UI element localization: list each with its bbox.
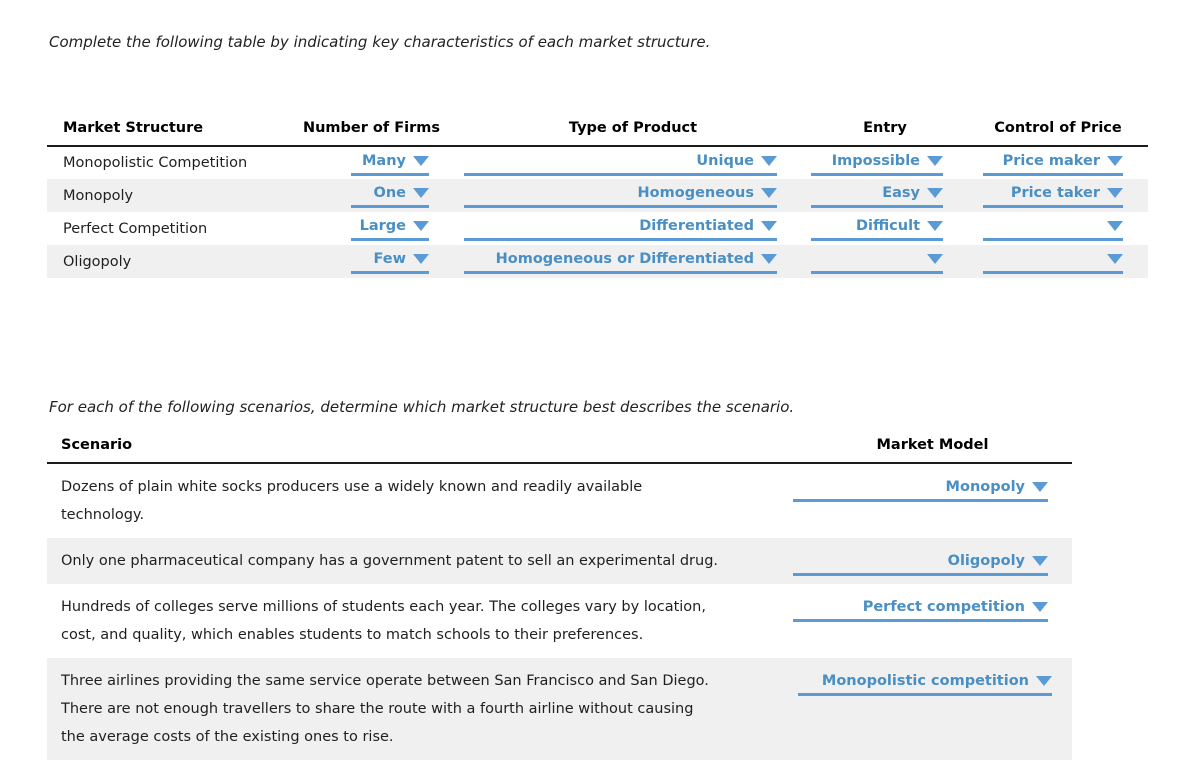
instruction-text-table-1: Complete the following table by indicati… [49, 33, 711, 51]
table-row: Only one pharmaceutical company has a go… [47, 538, 1072, 584]
dropdown-value: Large [359, 218, 406, 235]
table-row: Dozens of plain white socks producers us… [47, 463, 1072, 538]
chevron-down-icon [1032, 602, 1048, 612]
table-header-row: Market Structure Number of Firms Type of… [47, 120, 1148, 147]
dropdown-value: Differentiated [639, 218, 754, 235]
table-row: Oligopoly Few Homogeneous or Differentia… [47, 245, 1148, 278]
market-structure-table-head: Market Structure Number of Firms Type of… [47, 120, 1148, 147]
dropdown-value: Homogeneous [637, 185, 754, 202]
scenario-text: Dozens of plain white socks producers us… [47, 463, 793, 538]
column-header-control-of-price: Control of Price [968, 120, 1148, 147]
chevron-down-icon [413, 254, 429, 264]
chevron-down-icon [927, 254, 943, 264]
chevron-down-icon [761, 155, 777, 166]
scenario-line: Hundreds of colleges serve millions of s… [61, 599, 706, 615]
dropdown-entry[interactable]: Easy [811, 183, 943, 208]
chevron-down-icon [413, 155, 429, 166]
row-label-market-structure: Oligopoly [63, 253, 132, 270]
market-structure-table: Market Structure Number of Firms Type of… [47, 120, 1148, 278]
column-header-market-structure: Market Structure [47, 120, 279, 147]
dropdown-value: Easy [882, 185, 920, 202]
chevron-down-icon [1032, 482, 1048, 492]
dropdown-value: Difficult [856, 218, 920, 235]
instruction-text-table-2: For each of the following scenarios, det… [49, 398, 795, 416]
chevron-down-icon [761, 254, 777, 264]
dropdown-number-of-firms[interactable]: Large [351, 216, 429, 241]
dropdown-type-of-product[interactable]: Unique [464, 151, 777, 176]
chevron-down-icon [927, 221, 943, 231]
dropdown-value: One [373, 185, 406, 202]
dropdown-value: Oligopoly [947, 553, 1025, 570]
dropdown-value: Few [373, 251, 406, 268]
chevron-down-icon [1107, 188, 1123, 198]
dropdown-entry[interactable] [811, 249, 943, 274]
scenarios-table-body: Dozens of plain white socks producers us… [47, 463, 1072, 760]
dropdown-market-model[interactable]: Perfect competition [793, 597, 1048, 622]
scenarios-table-head: Scenario Market Model [47, 437, 1072, 464]
scenario-line: the average costs of the existing ones t… [61, 729, 394, 745]
dropdown-control-of-price[interactable]: Price taker [983, 183, 1123, 208]
scenario-line: Dozens of plain white socks producers us… [61, 479, 643, 495]
chevron-down-icon [413, 221, 429, 231]
dropdown-number-of-firms[interactable]: One [351, 183, 429, 208]
scenario-text: Three airlines providing the same servic… [47, 658, 793, 760]
scenario-line: Three airlines providing the same servic… [61, 673, 709, 689]
column-header-type-of-product: Type of Product [464, 120, 802, 147]
table-row: Hundreds of colleges serve millions of s… [47, 584, 1072, 658]
dropdown-number-of-firms[interactable]: Few [351, 249, 429, 274]
chevron-down-icon [927, 155, 943, 166]
scenario-text: Hundreds of colleges serve millions of s… [47, 584, 793, 658]
dropdown-value: Many [362, 152, 406, 169]
scenario-line: There are not enough travellers to share… [61, 701, 694, 717]
row-label-market-structure: Perfect Competition [63, 220, 208, 237]
scenarios-table: Scenario Market Model Dozens of plain wh… [47, 437, 1072, 760]
dropdown-type-of-product[interactable]: Differentiated [464, 216, 777, 241]
dropdown-entry[interactable]: Impossible [811, 151, 943, 176]
chevron-down-icon [761, 221, 777, 231]
column-header-number-of-firms: Number of Firms [279, 120, 464, 147]
dropdown-type-of-product[interactable]: Homogeneous [464, 183, 777, 208]
scenario-line: technology. [61, 507, 145, 523]
chevron-down-icon [1107, 155, 1123, 166]
dropdown-value: Price maker [1002, 152, 1100, 169]
row-label-market-structure: Monopolistic Competition [63, 155, 248, 171]
dropdown-value: Perfect competition [862, 599, 1025, 616]
dropdown-control-of-price[interactable] [983, 249, 1123, 274]
scenario-line: Only one pharmaceutical company has a go… [61, 553, 719, 569]
table-row: Three airlines providing the same servic… [47, 658, 1072, 760]
table-row: Perfect Competition Large Differentiated… [47, 212, 1148, 245]
column-header-market-model: Market Model [793, 437, 1072, 464]
dropdown-entry[interactable]: Difficult [811, 216, 943, 241]
scenario-line: cost, and quality, which enables student… [61, 627, 644, 643]
chevron-down-icon [413, 188, 429, 198]
chevron-down-icon [1036, 676, 1052, 686]
dropdown-value: Unique [696, 152, 754, 169]
chevron-down-icon [927, 188, 943, 198]
row-label-market-structure: Monopoly [63, 187, 134, 204]
dropdown-market-model[interactable]: Monopolistic competition [798, 671, 1052, 696]
column-header-entry: Entry [802, 120, 968, 147]
dropdown-control-of-price[interactable]: Price maker [983, 151, 1123, 176]
dropdown-type-of-product[interactable]: Homogeneous or Differentiated [464, 249, 777, 274]
dropdown-market-model[interactable]: Oligopoly [793, 551, 1048, 576]
dropdown-value: Monopolistic competition [821, 673, 1029, 690]
dropdown-value: Price taker [1010, 185, 1100, 202]
dropdown-value: Impossible [831, 152, 920, 169]
column-header-scenario: Scenario [47, 437, 793, 464]
dropdown-control-of-price[interactable] [983, 216, 1123, 241]
table-row: Monopoly One Homogeneous Easy Price take… [47, 179, 1148, 212]
dropdown-value: Homogeneous or Differentiated [495, 251, 754, 268]
market-structure-table-body: Monopolistic Competition Many Unique Imp… [47, 146, 1148, 278]
scenario-text: Only one pharmaceutical company has a go… [47, 538, 793, 584]
dropdown-value: Monopoly [945, 479, 1025, 496]
table-row: Monopolistic Competition Many Unique Imp… [47, 146, 1148, 179]
dropdown-market-model[interactable]: Monopoly [793, 477, 1048, 502]
chevron-down-icon [761, 188, 777, 198]
table-header-row: Scenario Market Model [47, 437, 1072, 464]
chevron-down-icon [1032, 556, 1048, 566]
chevron-down-icon [1107, 254, 1123, 264]
chevron-down-icon [1107, 221, 1123, 231]
dropdown-number-of-firms[interactable]: Many [351, 151, 429, 176]
